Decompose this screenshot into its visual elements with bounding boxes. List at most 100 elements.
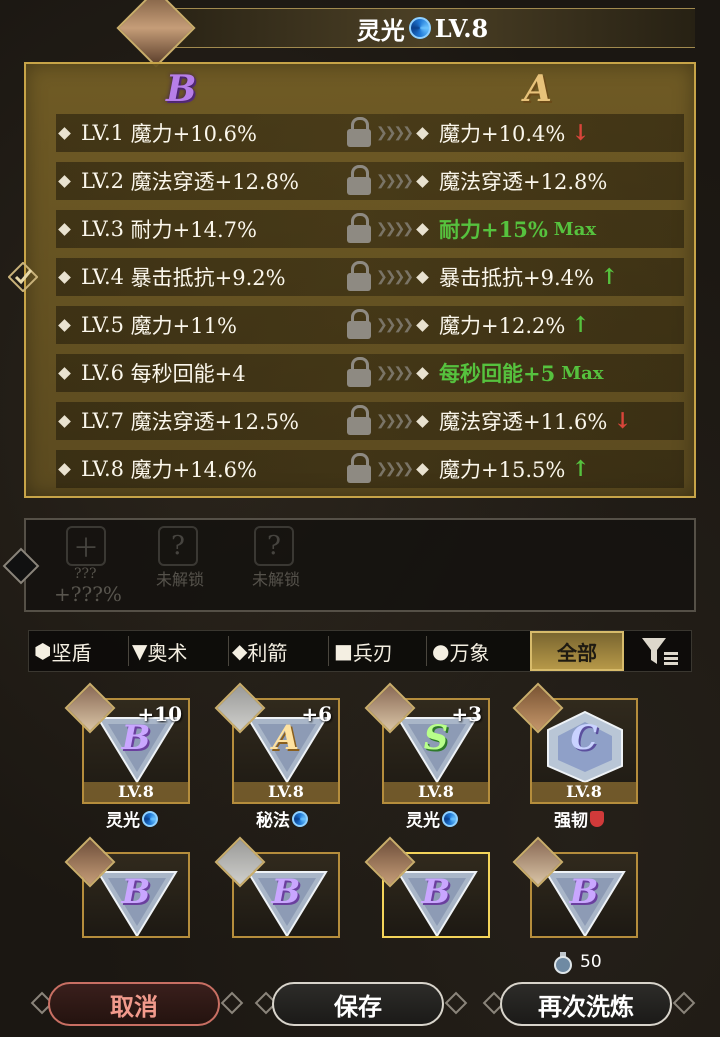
gem-type-name: 灵光 (106, 806, 158, 831)
ornament-icon (444, 991, 468, 1015)
slot3-label: 未解锁 (252, 570, 301, 589)
chevrons-right-icon: ❯❯❯❯ (376, 125, 414, 141)
arrow-up-icon: ↑ (599, 264, 619, 290)
bullet-icon (58, 270, 71, 284)
gem-level: LV.8 (532, 782, 636, 802)
stat-level: LV.1 (81, 121, 124, 145)
filter-tab-arrow[interactable]: ◆ 利箭 (232, 633, 287, 669)
reroll-cost: 50 (552, 950, 602, 974)
stat-value: 魔力+15.5% (439, 458, 566, 482)
filter-tab-shield[interactable]: ⬢ 坚盾 (34, 633, 91, 669)
check-icon[interactable] (8, 262, 38, 292)
aura-swirl-icon (142, 810, 158, 827)
stat-level: LV.4 (81, 265, 124, 289)
stat-level: LV.3 (81, 217, 124, 241)
ornament-icon (220, 991, 244, 1015)
new-stat: 魔力+10.4% ↓ (416, 114, 688, 152)
diamond-icon: ◆ (232, 639, 248, 663)
current-stat: LV.8 魔力+14.6% (58, 450, 360, 488)
stat-value: 魔法穿透+12.8% (130, 170, 299, 194)
ornament-icon (672, 991, 696, 1015)
enhance-level: +3 (451, 702, 482, 726)
grade-letter: B (421, 872, 451, 912)
gem-level: LV.8 (384, 782, 488, 802)
grade-letter: B (569, 872, 599, 912)
max-badge: Max (561, 362, 604, 384)
arrow-down-icon: ↓ (571, 120, 590, 146)
chevrons-right-icon: ❯❯❯❯ (376, 269, 414, 285)
filter-tab-all-things[interactable]: ● 万象 (432, 633, 489, 669)
gem-level: LV.8 (84, 782, 188, 802)
bullet-icon (416, 414, 429, 428)
bullet-icon (416, 126, 429, 140)
arrow-up-icon: ↑ (571, 456, 590, 482)
triangle-icon: ▼ (132, 639, 148, 663)
enhance-level: +10 (137, 702, 182, 726)
cost-amount: 50 (580, 952, 602, 972)
gem-type-label: 灵光 (106, 811, 140, 831)
divider (328, 636, 329, 666)
stat-value: 魔法穿透+12.5% (130, 410, 299, 434)
bullet-icon (416, 270, 429, 284)
potion-icon (554, 952, 572, 974)
reroll-button[interactable]: 再次洗炼 (500, 982, 672, 1026)
new-grade-badge: A (524, 68, 552, 110)
gem-type-label: 强韧 (554, 811, 588, 831)
header-title: 灵光 LV.8 (150, 8, 695, 48)
bullet-icon (416, 174, 429, 188)
chevrons-right-icon: ❯❯❯❯ (376, 221, 414, 237)
chevrons-right-icon: ❯❯❯❯ (376, 461, 414, 477)
save-button[interactable]: 保存 (272, 982, 444, 1026)
stat-level: LV.2 (81, 169, 124, 193)
lock-icon[interactable] (344, 452, 374, 486)
gem-type-label: 秘法 (256, 811, 290, 831)
filter-sort-icon[interactable] (640, 634, 680, 668)
bullet-icon (58, 126, 71, 140)
current-stat: LV.1 魔力+10.6% (58, 114, 360, 152)
lock-icon[interactable] (344, 116, 374, 150)
divider (128, 636, 129, 666)
stat-value: 暴击抵抗+9.2% (130, 266, 286, 290)
bullet-icon (58, 414, 71, 428)
bullet-icon (416, 462, 429, 476)
gem-level: LV.8 (434, 13, 489, 43)
stat-value: 魔力+10.6% (130, 122, 257, 146)
lock-icon[interactable] (344, 356, 374, 390)
new-stat: 魔法穿透+12.8% (416, 162, 688, 200)
gem-type-name: 灵光 (406, 806, 458, 831)
lock-icon[interactable] (344, 308, 374, 342)
max-badge: Max (553, 218, 597, 240)
divider (426, 636, 427, 666)
lock-icon[interactable] (344, 164, 374, 198)
filter-tab-arcane[interactable]: ▼ 奥术 (132, 633, 187, 669)
bullet-icon (58, 318, 71, 332)
aura-swirl-icon (292, 810, 308, 827)
grade-letter: C (570, 718, 598, 758)
cancel-button[interactable]: 取消 (48, 982, 220, 1026)
stat-value: 耐力+15% (439, 217, 548, 242)
stat-value: 暴击抵抗+9.4% (439, 266, 594, 290)
lock-icon[interactable] (344, 404, 374, 438)
new-stat: 魔力+15.5% ↑ (416, 450, 688, 488)
new-stat: 魔法穿透+11.6% ↓ (416, 402, 688, 440)
filter-tab-all[interactable]: 全部 (530, 631, 624, 671)
chevrons-right-icon: ❯❯❯❯ (376, 365, 414, 381)
plus-icon: ＋ (66, 526, 106, 566)
filter-label: 兵刃 (352, 640, 393, 665)
red-shield-icon (590, 810, 604, 827)
current-stat: LV.4 暴击抵抗+9.2% (58, 258, 360, 296)
slot1-label: ??? (74, 566, 97, 582)
current-stat: LV.2 魔法穿透+12.8% (58, 162, 360, 200)
bullet-icon (416, 222, 429, 236)
stat-value: 魔力+14.6% (130, 458, 257, 482)
stat-value: 魔力+10.4% (439, 122, 566, 146)
question-icon: ? (158, 526, 198, 566)
lock-icon[interactable] (344, 212, 374, 246)
arrow-down-icon: ↓ (613, 408, 632, 434)
filter-tab-blade[interactable]: ■ 兵刃 (334, 633, 393, 669)
lock-icon[interactable] (344, 260, 374, 294)
stat-value: 魔法穿透+12.8% (439, 170, 608, 194)
bullet-icon (58, 462, 71, 476)
slot1-value: +???% (54, 582, 122, 606)
stat-value: 每秒回能+5 (439, 361, 556, 386)
